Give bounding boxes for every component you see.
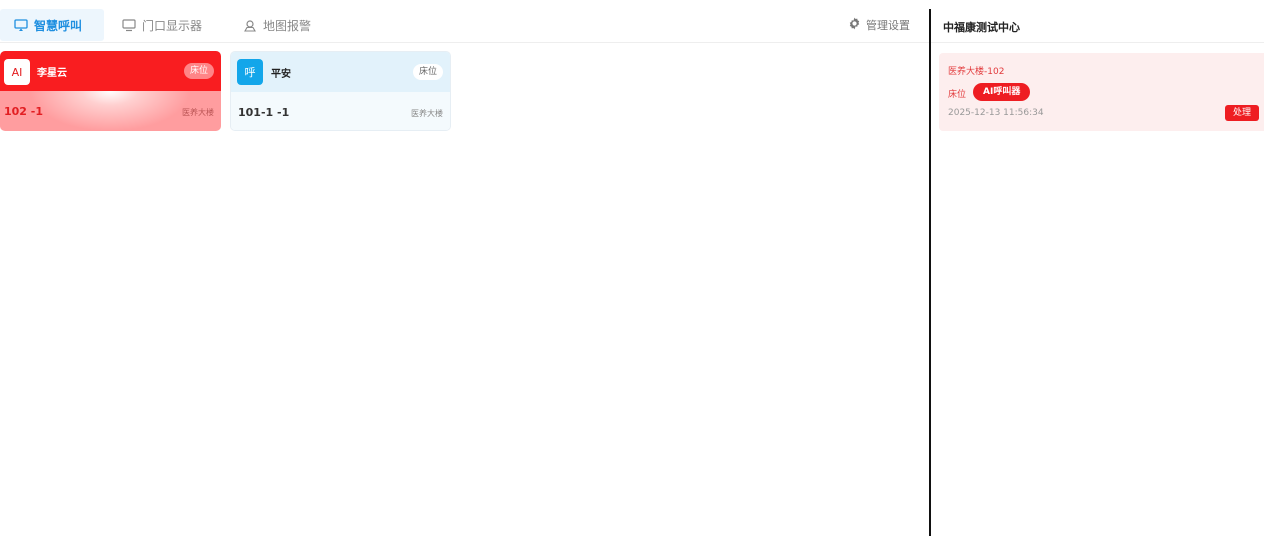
alert-location: 医养大楼-102: [948, 67, 1005, 77]
tab-smart-call[interactable]: 智慧呼叫: [0, 9, 104, 41]
alert-item: 医养大楼-102 床位 AI呼叫器 2025-12-13 11:56:34 处理: [939, 53, 1264, 131]
bed-tag: 床位: [412, 64, 443, 80]
tab-map-alarm[interactable]: 地图报警: [243, 9, 311, 41]
room-number: 101-1 -1: [238, 106, 290, 119]
card-body: 101-1 -1 医养大楼: [231, 92, 450, 130]
building-name: 医养大楼: [411, 109, 443, 118]
alert-bed-label: 床位: [948, 90, 967, 100]
alert-panel-header: 中福康测试中心: [931, 7, 1264, 43]
room-number: 102 -1: [4, 105, 44, 118]
alert-type-badge: AI呼叫器: [973, 83, 1031, 101]
tab-label: 门口显示器: [142, 18, 203, 33]
settings-button[interactable]: 管理设置: [848, 15, 910, 35]
tab-bar: 智慧呼叫 门口显示器 地图报警 管理设置: [0, 7, 929, 43]
alert-time: 2025-12-13 11:56:34: [948, 108, 1044, 118]
gear-icon: [848, 17, 861, 33]
patient-name: 李星云: [37, 68, 67, 79]
app-root: 智慧呼叫 门口显示器 地图报警 管理设置 AI 李星云 床位 102 -1 医养…: [0, 0, 1264, 536]
call-card-alert[interactable]: AI 李星云 床位 102 -1 医养大楼: [0, 51, 221, 131]
card-header: 呼 平安 床位: [231, 52, 450, 92]
main-area: 智慧呼叫 门口显示器 地图报警 管理设置 AI 李星云 床位 102 -1 医养…: [0, 0, 929, 536]
tab-door-display[interactable]: 门口显示器: [122, 9, 202, 41]
handle-button[interactable]: 处理: [1225, 105, 1260, 121]
alert-panel: 中福康测试中心 医养大楼-102 床位 AI呼叫器 2025-12-13 11:…: [931, 0, 1264, 536]
display-icon: [122, 18, 136, 32]
call-card-normal[interactable]: 呼 平安 床位 101-1 -1 医养大楼: [230, 51, 451, 131]
card-body: 102 -1 医养大楼: [0, 91, 221, 131]
settings-label: 管理设置: [866, 19, 910, 32]
bed-tag: 床位: [183, 63, 214, 79]
tab-label: 智慧呼叫: [34, 18, 83, 33]
patient-name: 平安: [271, 69, 291, 80]
monitor-icon: [14, 18, 28, 32]
map-pin-icon: [243, 19, 257, 32]
card-header: AI 李星云 床位: [0, 51, 221, 91]
ai-badge: AI: [4, 59, 30, 85]
tab-label: 地图报警: [263, 18, 312, 33]
call-badge: 呼: [237, 59, 263, 85]
building-name: 医养大楼: [182, 108, 214, 117]
center-title: 中福康测试中心: [943, 21, 1020, 34]
